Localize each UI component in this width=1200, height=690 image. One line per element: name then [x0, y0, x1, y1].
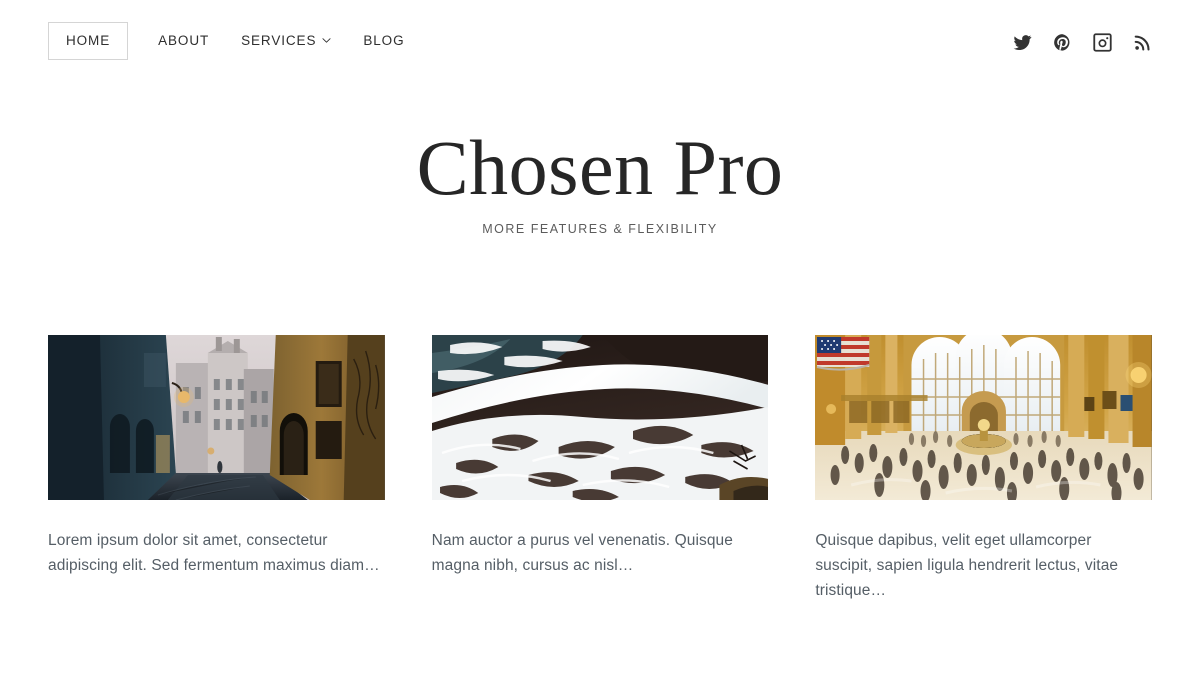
nav-item-label: BLOG	[363, 33, 405, 49]
social-links	[1012, 32, 1152, 52]
post-excerpt: Nam auctor a purus vel venenatis. Quisqu…	[431, 532, 733, 575]
post-card: Lorem ipsum dolor sit amet, consectetur …	[48, 335, 385, 603]
page-title: Chosen Pro	[416, 124, 784, 211]
page-root: HOME ABOUT SERVICES BLOG Chosen Pro MORE…	[0, 0, 1200, 690]
post-card: Nam auctor a purus vel venenatis. Quisqu…	[431, 335, 769, 603]
nav-item-services[interactable]: SERVICES	[225, 23, 347, 59]
nav-item-label: SERVICES	[241, 33, 317, 49]
page-tagline: MORE FEATURES & FLEXIBILITY	[482, 221, 718, 236]
post-excerpt: Lorem ipsum dolor sit amet, consectetur …	[48, 532, 380, 575]
post-card: Quisque dapibus, velit eget ullamcorper …	[815, 335, 1152, 603]
nav-item-label: ABOUT	[158, 33, 210, 49]
twitter-icon[interactable]	[1012, 32, 1032, 52]
main-navigation: HOME ABOUT SERVICES BLOG	[48, 22, 420, 60]
nav-item-blog[interactable]: BLOG	[347, 23, 420, 59]
posts-grid: Lorem ipsum dolor sit amet, consectetur …	[48, 335, 1152, 603]
post-thumbnail-ocean[interactable]	[431, 335, 769, 500]
hero-section: Chosen Pro MORE FEATURES & FLEXIBILITY	[0, 128, 1200, 236]
nav-item-about[interactable]: ABOUT	[142, 23, 225, 59]
post-thumbnail-terminal[interactable]	[815, 335, 1152, 500]
instagram-icon[interactable]	[1092, 32, 1112, 52]
site-header: HOME ABOUT SERVICES BLOG	[0, 0, 1200, 84]
post-excerpt: Quisque dapibus, velit eget ullamcorper …	[815, 532, 1119, 600]
post-thumbnail-street[interactable]	[48, 335, 385, 500]
nav-item-home[interactable]: HOME	[48, 22, 129, 60]
rss-icon[interactable]	[1132, 32, 1152, 52]
chevron-down-icon	[322, 36, 331, 45]
nav-item-label: HOME	[66, 33, 111, 49]
pinterest-icon[interactable]	[1052, 32, 1072, 52]
